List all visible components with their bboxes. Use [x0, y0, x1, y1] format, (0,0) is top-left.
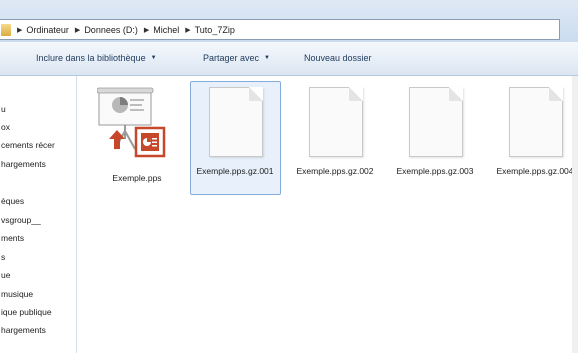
address-bar-area: ▶ Ordinateur ▶ Donnees (D:) ▶ Michel ▶ T…	[0, 0, 578, 42]
dropdown-arrow-icon: ▼	[264, 55, 270, 61]
file-name: Exemple.pps.gz.004	[496, 166, 574, 176]
new-folder-label: Nouveau dossier	[304, 53, 372, 63]
file-item[interactable]: Exemple.pps.gz.001	[195, 83, 275, 193]
navigation-pane: u ox cements récer hargements èques vsgr…	[0, 76, 76, 353]
nav-item[interactable]: ue	[1, 270, 10, 280]
blank-document-icon	[209, 87, 263, 157]
blank-document-icon	[309, 87, 363, 157]
file-name: Exemple.pps	[112, 173, 162, 183]
breadcrumb-item[interactable]: ▶ Donnees (D:)	[75, 25, 138, 35]
include-in-library-label: Inclure dans la bibliothèque	[36, 53, 146, 63]
chevron-right-icon[interactable]: ▶	[185, 26, 190, 34]
file-item[interactable]: Exemple.pps.gz.002	[295, 83, 375, 193]
file-item[interactable]: Exemple.pps	[97, 83, 177, 193]
nav-item[interactable]: vsgroup__	[1, 215, 41, 225]
nav-item[interactable]: musique	[1, 289, 33, 299]
nav-item[interactable]: ox	[1, 122, 10, 132]
new-folder-button[interactable]: Nouveau dossier	[304, 53, 372, 63]
nav-item[interactable]: ique publique	[1, 307, 52, 317]
breadcrumb-label[interactable]: Tuto_7Zip	[195, 25, 235, 35]
vertical-scrollbar[interactable]	[572, 76, 578, 353]
folder-icon	[1, 23, 11, 36]
include-in-library-button[interactable]: Inclure dans la bibliothèque ▼	[36, 53, 157, 63]
nav-item[interactable]: hargements	[1, 159, 46, 169]
nav-item[interactable]: cements récer	[1, 140, 55, 150]
file-name: Exemple.pps.gz.003	[396, 166, 474, 176]
breadcrumb-item[interactable]: ▶ Michel	[144, 25, 179, 35]
chevron-right-icon[interactable]: ▶	[75, 26, 80, 34]
blank-document-icon	[509, 87, 563, 157]
command-toolbar: Inclure dans la bibliothèque ▼ Partager …	[0, 42, 578, 76]
file-item[interactable]: Exemple.pps.gz.004	[495, 83, 575, 193]
powerpoint-show-icon	[97, 87, 166, 158]
file-view: Exemple.pps Exemple.pps.gz.001 Exemple.p…	[77, 76, 578, 353]
share-with-label: Partager avec	[203, 53, 260, 63]
dropdown-arrow-icon: ▼	[150, 55, 157, 61]
nav-item[interactable]: u	[1, 104, 6, 114]
nav-item[interactable]: hargements	[1, 325, 46, 335]
chevron-right-icon[interactable]: ▶	[17, 26, 22, 34]
breadcrumb-label[interactable]: Ordinateur	[26, 25, 69, 35]
blank-document-icon	[409, 87, 463, 157]
file-name: Exemple.pps.gz.002	[296, 166, 374, 176]
nav-item[interactable]: èques	[1, 196, 24, 206]
breadcrumb-item[interactable]: ▶ Ordinateur	[17, 25, 69, 35]
file-item[interactable]: Exemple.pps.gz.003	[395, 83, 475, 193]
share-with-button[interactable]: Partager avec ▼	[203, 53, 270, 63]
nav-item[interactable]: s	[1, 252, 5, 262]
breadcrumb-label[interactable]: Donnees (D:)	[84, 25, 138, 35]
nav-item[interactable]: ments	[1, 233, 24, 243]
file-name: Exemple.pps.gz.001	[196, 166, 274, 176]
chevron-right-icon[interactable]: ▶	[144, 26, 149, 34]
breadcrumb-label[interactable]: Michel	[153, 25, 179, 35]
address-bar[interactable]: ▶ Ordinateur ▶ Donnees (D:) ▶ Michel ▶ T…	[0, 19, 560, 40]
breadcrumb-item[interactable]: ▶ Tuto_7Zip	[185, 25, 235, 35]
